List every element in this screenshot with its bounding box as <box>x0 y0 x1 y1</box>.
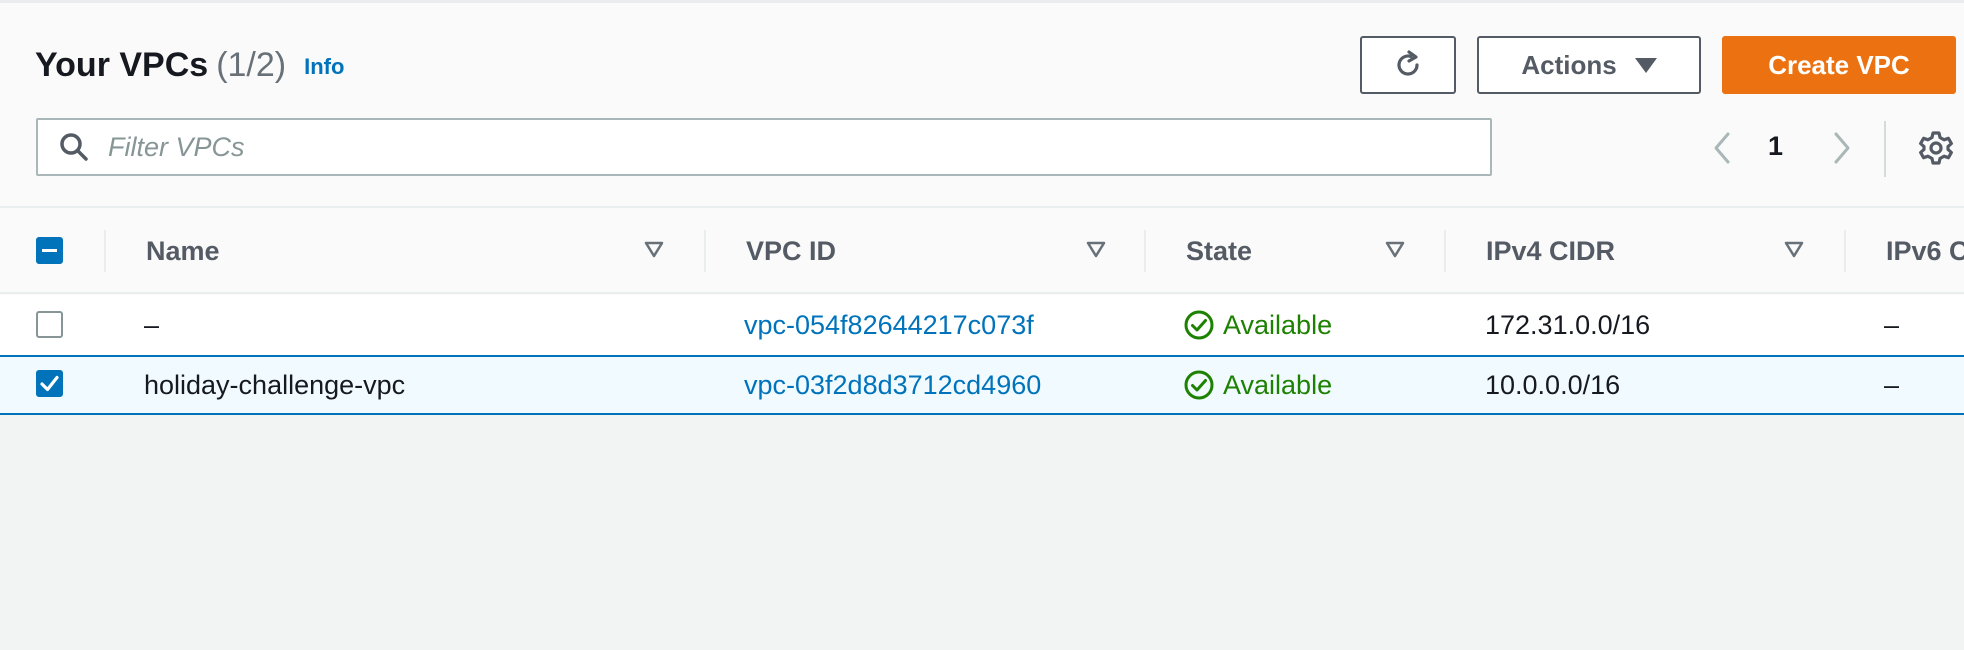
column-header-state[interactable]: State <box>1186 208 1416 294</box>
row-checkbox[interactable] <box>36 370 63 397</box>
state-badge: Available <box>1183 369 1332 401</box>
filter-input[interactable] <box>108 131 1458 163</box>
column-header-vpc-id[interactable]: VPC ID <box>746 208 1126 294</box>
ipv4-cidr: 172.31.0.0/16 <box>1485 310 1651 340</box>
table-header-row: Name VPC ID State IPv4 CIDR IPv6 C <box>0 206 1964 294</box>
column-label: VPC ID <box>746 235 837 266</box>
info-link[interactable]: Info <box>304 54 344 79</box>
row-checkbox[interactable] <box>36 311 63 338</box>
refresh-icon <box>1397 50 1419 76</box>
column-label: IPv6 C <box>1886 235 1964 266</box>
vpc-id-link[interactable]: vpc-054f82644217c073f <box>744 309 1034 341</box>
column-header-ipv4-cidr[interactable]: IPv4 CIDR <box>1486 208 1816 294</box>
title-text: Your VPCs <box>35 46 209 84</box>
next-page-button[interactable] <box>1830 123 1860 173</box>
settings-gear-icon[interactable] <box>1918 130 1954 166</box>
filter-search-box[interactable] <box>36 118 1492 176</box>
column-divider <box>704 230 706 272</box>
column-label: IPv4 CIDR <box>1486 235 1616 266</box>
pagination-divider <box>1884 121 1886 177</box>
refresh-button[interactable] <box>1360 36 1456 94</box>
vpc-id-link[interactable]: vpc-03f2d8d3712cd4960 <box>744 369 1041 401</box>
chevron-right-icon <box>1834 132 1850 164</box>
column-divider <box>1844 230 1846 272</box>
column-divider <box>1144 230 1146 272</box>
page-title: Your VPCs (1/2) Info <box>35 43 344 89</box>
create-vpc-button[interactable]: Create VPC <box>1722 36 1956 94</box>
table-row[interactable]: holiday-challenge-vpc vpc-03f2d8d3712cd4… <box>0 355 1964 415</box>
ipv6-cidr: – <box>1884 310 1900 340</box>
sort-icon[interactable] <box>644 241 664 259</box>
vpc-name: holiday-challenge-vpc <box>144 370 406 400</box>
sort-icon[interactable] <box>1086 241 1106 259</box>
column-divider <box>104 230 106 272</box>
previous-page-button[interactable] <box>1710 123 1740 173</box>
sort-icon[interactable] <box>1385 241 1405 259</box>
checkmark-icon <box>40 375 59 392</box>
actions-label: Actions <box>1521 49 1617 80</box>
ipv6-cidr: – <box>1884 370 1900 400</box>
status-available-icon <box>1184 310 1214 340</box>
selection-count: (1/2) <box>216 46 287 84</box>
sort-icon[interactable] <box>1784 241 1804 259</box>
select-all-checkbox[interactable] <box>36 237 63 264</box>
current-page-number[interactable]: 1 <box>1768 131 1783 162</box>
status-available-icon <box>1184 370 1214 400</box>
chevron-left-icon <box>1714 132 1730 164</box>
column-label: Name <box>146 235 220 266</box>
actions-dropdown-button[interactable]: Actions <box>1477 36 1701 94</box>
table-row[interactable]: – vpc-054f82644217c073f Available 172.31… <box>0 295 1964 355</box>
search-icon <box>60 133 88 161</box>
table-header: Your VPCs(1/2) Info Actions Create VPC <box>0 3 1964 206</box>
column-label: State <box>1186 235 1253 266</box>
vpc-table-panel: Your VPCs(1/2) Info Actions Create VPC <box>0 0 1964 415</box>
ipv4-cidr: 10.0.0.0/16 <box>1485 370 1621 400</box>
vpc-name: – <box>144 310 160 340</box>
column-header-ipv6[interactable]: IPv6 C <box>1886 208 1964 294</box>
caret-down-icon <box>1634 57 1657 73</box>
column-header-name[interactable]: Name <box>146 208 666 294</box>
state-label: Available <box>1223 310 1333 340</box>
state-label: Available <box>1223 370 1333 400</box>
column-divider <box>1444 230 1446 272</box>
state-badge: Available <box>1183 309 1332 341</box>
